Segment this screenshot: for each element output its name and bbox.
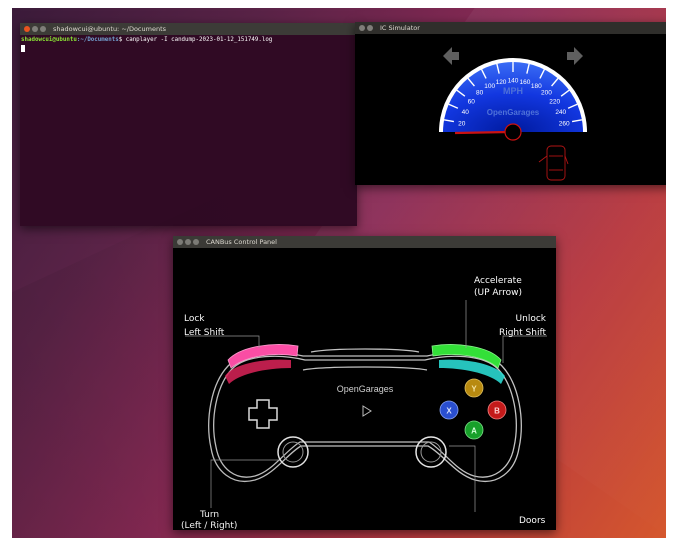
canbus-titlebar[interactable]: CANBus Control Panel (173, 236, 556, 248)
speed-needle (454, 130, 512, 135)
close-icon[interactable] (359, 25, 365, 31)
terminal-body[interactable]: shadowcui@ubuntu:~/Documents$ canplayer … (20, 35, 357, 56)
ic-simulator-window[interactable]: IC Simulator 20 40 60 80 100 120 140 160 180 200 2… (355, 22, 666, 185)
right-turn-arrow-icon (567, 47, 583, 65)
minimize-icon[interactable] (32, 26, 38, 32)
icsim-titlebar[interactable]: IC Simulator (355, 22, 666, 34)
lock-bumper-lower (225, 359, 291, 384)
lock-label: Lock (184, 314, 205, 324)
speed-tick-label: 240 (555, 109, 566, 116)
right-stick-inner (420, 441, 442, 463)
speed-tick-label: 220 (549, 98, 560, 105)
accelerate-label: Accelerate (474, 276, 522, 286)
turn-key-label: (Left / Right) (181, 521, 238, 530)
canbus-title: CANBus Control Panel (206, 238, 277, 246)
terminal-cursor (21, 45, 25, 52)
left-turn-arrow-icon (443, 47, 459, 65)
dpad[interactable] (248, 399, 278, 429)
terminal-window[interactable]: shadowcui@ubuntu: ~/Documents shadowcui@… (20, 23, 357, 226)
speed-tick-label: 100 (484, 83, 495, 90)
terminal-title: shadowcui@ubuntu: ~/Documents (53, 25, 167, 33)
button-a[interactable]: A (464, 420, 484, 440)
speed-tick-label: 60 (468, 98, 476, 105)
icsim-dashboard: 20406080100120 140 160180200220240260 MPH … (439, 47, 587, 181)
speed-tick-label: 40 (462, 109, 470, 116)
speed-tick-label: 160 (520, 79, 531, 86)
desktop: shadowcui@ubuntu: ~/Documents shadowcui@… (12, 8, 666, 538)
unlock-key-label: Right Shift (498, 328, 546, 338)
speed-tick-label: 200 (541, 90, 552, 97)
minimize-icon[interactable] (367, 25, 373, 31)
speed-unit-label: MPH (503, 86, 523, 96)
gauge-brand-label: OpenGarages (487, 108, 540, 117)
svg-text:A: A (471, 427, 477, 436)
maximize-icon[interactable] (193, 239, 199, 245)
turn-label: Turn (200, 510, 220, 520)
terminal-titlebar[interactable]: shadowcui@ubuntu: ~/Documents (20, 23, 357, 35)
speed-tick-label: 140 (508, 78, 519, 85)
car-doors-icon (538, 145, 569, 181)
terminal-line: shadowcui@ubuntu:~/Documents$ canplayer … (21, 37, 356, 43)
accelerate-key-label: (UP Arrow) (474, 288, 522, 298)
canbus-control-panel-window[interactable]: CANBus Control Panel OpenGarages Y X B A… (173, 236, 556, 530)
svg-text:X: X (446, 407, 452, 416)
left-stick[interactable] (277, 436, 309, 468)
speed-tick-label: 120 (496, 79, 507, 86)
controller-brand: OpenGarages (337, 384, 394, 394)
lock-key-label: Left Shift (184, 328, 225, 338)
prompt-user: shadowcui@ubuntu (21, 37, 77, 43)
unlock-label: Unlock (515, 314, 546, 324)
svg-text:Y: Y (471, 385, 477, 394)
svg-text:B: B (494, 407, 500, 416)
speed-tick-label: 20 (458, 120, 466, 127)
start-button[interactable] (362, 405, 372, 417)
close-icon[interactable] (24, 26, 30, 32)
close-icon[interactable] (177, 239, 183, 245)
speed-tick-label: 260 (559, 120, 570, 127)
button-b[interactable]: B (487, 400, 507, 420)
lock-bumper[interactable] (227, 344, 299, 369)
button-y[interactable]: Y (464, 378, 484, 398)
maximize-icon[interactable] (40, 26, 46, 32)
icsim-title: IC Simulator (380, 24, 420, 32)
doors-label: Doors (519, 516, 546, 526)
canbus-body: OpenGarages Y X B A Lock Left Shift Acce… (173, 248, 556, 530)
left-stick-inner (282, 441, 304, 463)
needle-hub (504, 123, 522, 141)
prompt-path: :~/Documents (76, 37, 119, 43)
terminal-command: $ canplayer -I candump-2023-01-12_151749… (118, 37, 273, 43)
speed-tick-label: 80 (476, 90, 484, 97)
button-x[interactable]: X (439, 400, 459, 420)
minimize-icon[interactable] (185, 239, 191, 245)
